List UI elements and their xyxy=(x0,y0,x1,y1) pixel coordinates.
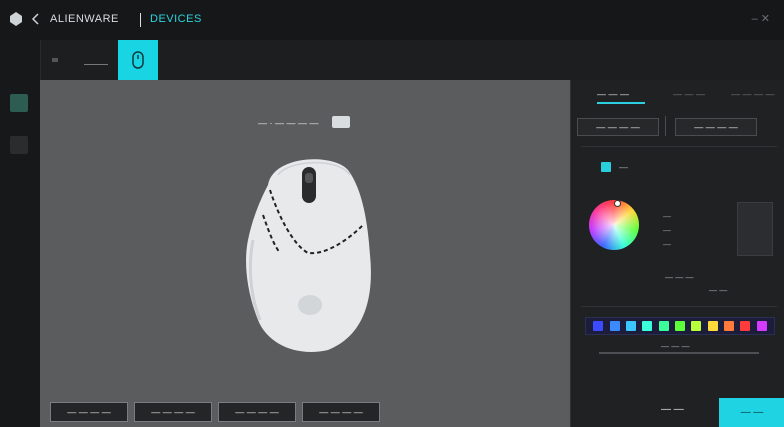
app-window: ALIENWARE DEVICES – ✕ — · — — — — — — — … xyxy=(0,0,784,427)
lighting-panel: — — — — — — — — — — — — — — — — — — — — … xyxy=(570,80,784,427)
mode-button-2[interactable]: — — — — xyxy=(675,118,757,136)
canvas-button-4[interactable]: — — — — xyxy=(302,402,380,422)
rail-item-lighting[interactable] xyxy=(10,94,28,112)
app-logo-icon xyxy=(10,12,22,26)
color-swatch[interactable] xyxy=(691,321,702,331)
apply-button[interactable]: — — xyxy=(719,398,784,427)
color-swatch[interactable] xyxy=(756,321,767,331)
section-title[interactable]: DEVICES xyxy=(150,13,202,25)
color-preview-box xyxy=(737,202,773,256)
reset-button[interactable]: — — xyxy=(661,404,684,415)
color-swatch[interactable] xyxy=(740,321,751,331)
brightness-label: — — — xyxy=(661,342,690,351)
divider-2 xyxy=(581,306,777,307)
color-swatch[interactable] xyxy=(658,321,669,331)
color-swatch[interactable] xyxy=(674,321,685,331)
rgb-b-label: — xyxy=(663,240,671,249)
color-swatch[interactable] xyxy=(625,321,636,331)
secondary-label: — — xyxy=(709,286,728,295)
color-wheel-handle[interactable] xyxy=(614,200,621,207)
mouse-image[interactable] xyxy=(238,145,378,355)
panel-tabs: — — — — — — — — — — xyxy=(581,86,781,104)
color-wheel[interactable] xyxy=(589,200,639,250)
hex-value-label[interactable]: — — — xyxy=(665,273,693,282)
canvas-button-3[interactable]: — — — — xyxy=(218,402,296,422)
mode-separator xyxy=(665,116,666,136)
dpi-indicator-badge xyxy=(332,116,350,128)
color-swatch[interactable] xyxy=(707,321,718,331)
divider xyxy=(581,146,777,147)
tab-mouse-active[interactable] xyxy=(118,40,158,80)
rgb-r-label: — xyxy=(663,212,671,221)
rail-item-performance[interactable] xyxy=(10,136,28,154)
rgb-values: — — — xyxy=(663,210,671,252)
canvas-button-1[interactable]: — — — — xyxy=(50,402,128,422)
zone-label: — xyxy=(619,162,628,172)
left-nav-rail xyxy=(0,40,41,427)
zone-checkbox[interactable] xyxy=(601,162,611,172)
window-controls[interactable]: – ✕ xyxy=(752,12,770,25)
device-tab-bar xyxy=(40,40,784,81)
color-swatch[interactable] xyxy=(609,321,620,331)
color-swatch[interactable] xyxy=(724,321,735,331)
device-preview-canvas: — · — — — — — — — — — — — — — — — — — — … xyxy=(40,80,570,427)
active-tab-underline xyxy=(597,102,645,104)
tab-indicator-icon[interactable] xyxy=(52,58,58,62)
canvas-bottom-buttons: — — — — — — — — — — — — — — — — xyxy=(50,402,380,422)
brightness-slider[interactable] xyxy=(599,352,759,354)
tab-device-line[interactable] xyxy=(84,64,108,65)
rgb-g-label: — xyxy=(663,226,671,235)
tab-panel-2[interactable]: — — — xyxy=(673,89,705,99)
title-bar: ALIENWARE DEVICES – ✕ xyxy=(0,0,784,41)
tab-panel-1[interactable]: — — — xyxy=(597,89,629,99)
back-icon[interactable] xyxy=(30,12,42,26)
preset-color-swatches xyxy=(585,317,775,335)
color-swatch[interactable] xyxy=(642,321,653,331)
mouse-icon xyxy=(132,51,144,69)
dpi-indicator-label: — · — — — — xyxy=(258,118,319,128)
mode-button-1[interactable]: — — — — xyxy=(577,118,659,136)
tab-panel-3[interactable]: — — — — xyxy=(731,89,775,99)
color-swatch[interactable] xyxy=(593,321,604,331)
app-title: ALIENWARE xyxy=(50,13,119,25)
title-separator xyxy=(140,13,141,27)
canvas-button-2[interactable]: — — — — xyxy=(134,402,212,422)
